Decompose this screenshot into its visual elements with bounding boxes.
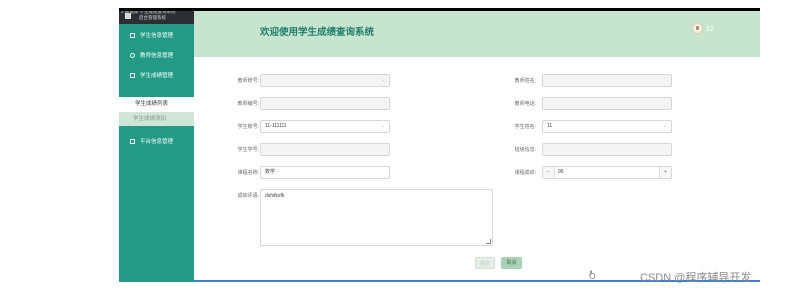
location-pin-icon [130, 53, 135, 58]
teacher-no-label: 教师编号: [237, 101, 259, 107]
course-score-label: 课程成绩: [514, 170, 536, 176]
submit-button[interactable]: 提交 [475, 257, 495, 269]
sidebar-subitem-score-add[interactable]: 学生成绩添加 [119, 112, 194, 126]
sidebar-item-label: 学生成绩管理 [140, 73, 174, 79]
teacher-name-field[interactable] [542, 74, 672, 87]
class-info-field[interactable] [542, 143, 672, 156]
course-name-input[interactable]: 数学 [260, 166, 390, 179]
comment-textarea[interactable]: dsfsfksfk [260, 189, 493, 246]
document-icon [130, 33, 135, 38]
student-no-field[interactable] [260, 143, 390, 156]
username[interactable]: 22 [706, 26, 714, 33]
sidebar-subitem-label: 学生成绩列表 [135, 101, 169, 107]
teacher-no-field[interactable] [260, 97, 390, 110]
teacher-account-label: 教师账号: [237, 78, 259, 84]
brand-logo [125, 13, 131, 19]
student-account-select[interactable]: 11-111111 ⌄ [260, 120, 390, 133]
sidebar-subitem-label: 学生成绩添加 [133, 116, 167, 122]
student-name-select[interactable]: 11 ⌄ [542, 120, 672, 133]
resize-handle[interactable] [486, 239, 491, 244]
brand-subtitle: 后台管理系统 [139, 15, 166, 20]
teacher-account-select[interactable]: ⌄ [260, 74, 390, 87]
teacher-phone-label: 教师电话: [514, 101, 536, 107]
page-title: 欢迎使用学生成绩查询系统 [260, 27, 375, 38]
sidebar-subitem-score-list[interactable]: 学生成绩列表 [119, 97, 194, 112]
document-icon [130, 73, 135, 78]
comment-label: 成绩评语: [237, 193, 259, 199]
increment-button[interactable]: + [659, 167, 671, 178]
teacher-name-label: 教师姓名: [514, 78, 536, 84]
watermark: CSDN @程序辅导开发 [640, 272, 752, 284]
sidebar-item-teacher-info[interactable]: 教师信息管理 [119, 50, 194, 62]
app-window: 2.数据库:学生成绩查询系统 后台管理系统 学生信息管理 教师信息管理 学生成绩… [119, 8, 760, 282]
plus-square-icon [130, 139, 135, 144]
student-account-label: 学生账号: [237, 124, 259, 130]
class-info-label: 班级信息: [514, 147, 536, 153]
course-score-value: 96 [558, 169, 564, 175]
chevron-down-icon: ⌄ [380, 77, 385, 83]
student-name-value: 11 [547, 123, 553, 129]
course-name-value: 数学 [265, 169, 276, 175]
sidebar-item-score-management[interactable]: 学生成绩管理 [119, 70, 194, 82]
avatar[interactable] [692, 23, 703, 34]
sidebar-item-student-info[interactable]: 学生信息管理 [119, 30, 194, 42]
sidebar-item-label: 教师信息管理 [140, 53, 174, 59]
student-name-label: 学生姓名: [514, 124, 536, 130]
decrement-button[interactable]: − [543, 167, 555, 178]
course-score-stepper[interactable]: − 96 + [542, 166, 672, 179]
cancel-button[interactable]: 取消 [501, 257, 522, 269]
sidebar: 2.数据库:学生成绩查询系统 后台管理系统 学生信息管理 教师信息管理 学生成绩… [119, 8, 194, 282]
teacher-phone-field[interactable] [542, 97, 672, 110]
sidebar-item-platform-info[interactable]: 平台信息管理 [119, 136, 194, 148]
header: 欢迎使用学生成绩查询系统 22 [194, 11, 760, 57]
student-account-value: 11-111111 [265, 123, 287, 129]
student-no-label: 学生学号: [237, 147, 259, 153]
sidebar-item-label: 学生信息管理 [140, 33, 174, 39]
hand-cursor-icon [589, 270, 595, 279]
sidebar-item-label: 平台信息管理 [140, 139, 174, 145]
chevron-down-icon: ⌄ [380, 123, 385, 129]
comment-value: dsfsfksfk [265, 193, 285, 199]
chevron-down-icon: ⌄ [662, 123, 667, 129]
course-name-label: 课程名称: [237, 170, 259, 176]
